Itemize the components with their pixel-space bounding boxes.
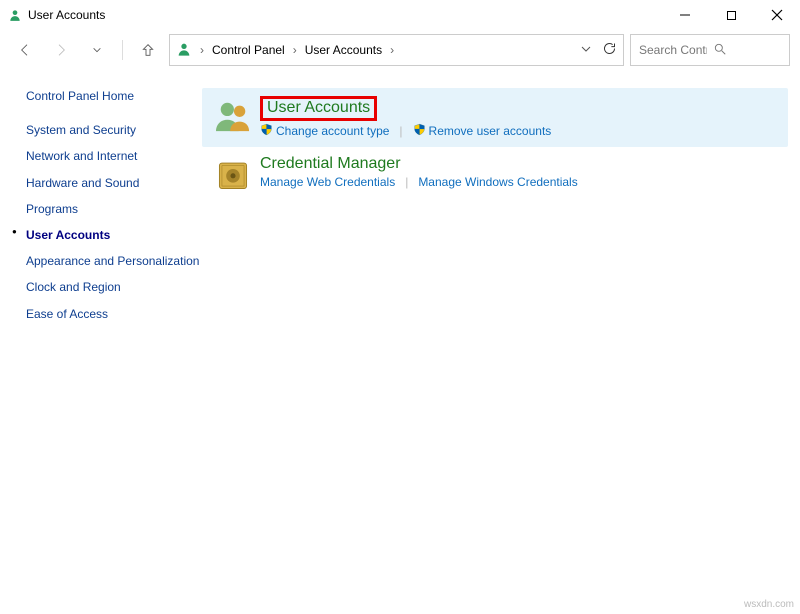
- breadcrumb-item[interactable]: User Accounts: [305, 43, 382, 57]
- search-input[interactable]: Search Control Panel: [630, 34, 790, 66]
- category-sublink[interactable]: Remove user accounts: [413, 123, 552, 139]
- content-area: Control Panel Home System and Security Ne…: [0, 70, 800, 332]
- category-row: User Accounts Change account type | Remove …: [202, 88, 788, 147]
- search-placeholder: Search Control Panel: [639, 43, 707, 57]
- category-row: Credential Manager Manage Web Credentials…: [202, 147, 788, 203]
- refresh-icon[interactable]: [602, 41, 617, 59]
- app-icon: [8, 8, 22, 22]
- navbar: › Control Panel › User Accounts › Search…: [0, 30, 800, 70]
- search-icon: [713, 42, 781, 59]
- minimize-button[interactable]: [662, 0, 708, 30]
- address-user-icon: [176, 41, 192, 60]
- category-sublink[interactable]: Manage Windows Credentials: [418, 175, 577, 189]
- address-bar[interactable]: › Control Panel › User Accounts ›: [169, 34, 624, 66]
- users-icon: [212, 96, 254, 136]
- sidebar-home-link[interactable]: Control Panel Home: [26, 88, 202, 104]
- category-sublink[interactable]: Manage Web Credentials: [260, 175, 395, 189]
- sidebar-item[interactable]: System and Security: [26, 122, 202, 138]
- sidebar-item[interactable]: Hardware and Sound: [26, 175, 202, 191]
- category-title[interactable]: Credential Manager: [260, 155, 401, 173]
- sidebar-item[interactable]: User Accounts: [26, 227, 202, 243]
- window-controls: [662, 0, 800, 30]
- sidebar-item[interactable]: Programs: [26, 201, 202, 217]
- shield-icon: [413, 123, 426, 139]
- back-button[interactable]: [10, 35, 40, 65]
- close-button[interactable]: [754, 0, 800, 30]
- up-button[interactable]: [133, 35, 163, 65]
- breadcrumb-item[interactable]: Control Panel: [212, 43, 285, 57]
- maximize-button[interactable]: [708, 0, 754, 30]
- sidebar-item[interactable]: Clock and Region: [26, 279, 202, 295]
- titlebar: User Accounts: [0, 0, 800, 30]
- sidebar: Control Panel Home System and Security Ne…: [12, 88, 202, 332]
- sidebar-item[interactable]: Ease of Access: [26, 306, 202, 322]
- chevron-right-icon: ›: [196, 43, 208, 57]
- chevron-right-icon: ›: [289, 43, 301, 57]
- nav-separator: [122, 40, 123, 60]
- address-dropdown-icon[interactable]: [580, 43, 592, 58]
- forward-button[interactable]: [46, 35, 76, 65]
- link-separator: |: [399, 124, 402, 138]
- shield-icon: [260, 123, 273, 139]
- watermark: wsxdn.com: [744, 599, 794, 610]
- sidebar-item[interactable]: Appearance and Personalization: [26, 253, 202, 269]
- sidebar-item[interactable]: Network and Internet: [26, 148, 202, 164]
- category-sublink[interactable]: Change account type: [260, 123, 389, 139]
- credential-safe-icon: [212, 155, 254, 195]
- main-panel: User Accounts Change account type | Remove …: [202, 88, 788, 332]
- chevron-right-icon: ›: [386, 43, 398, 57]
- category-title[interactable]: User Accounts: [260, 96, 377, 121]
- window-title: User Accounts: [28, 8, 105, 22]
- recent-dropdown-icon[interactable]: [82, 35, 112, 65]
- link-separator: |: [405, 175, 408, 189]
